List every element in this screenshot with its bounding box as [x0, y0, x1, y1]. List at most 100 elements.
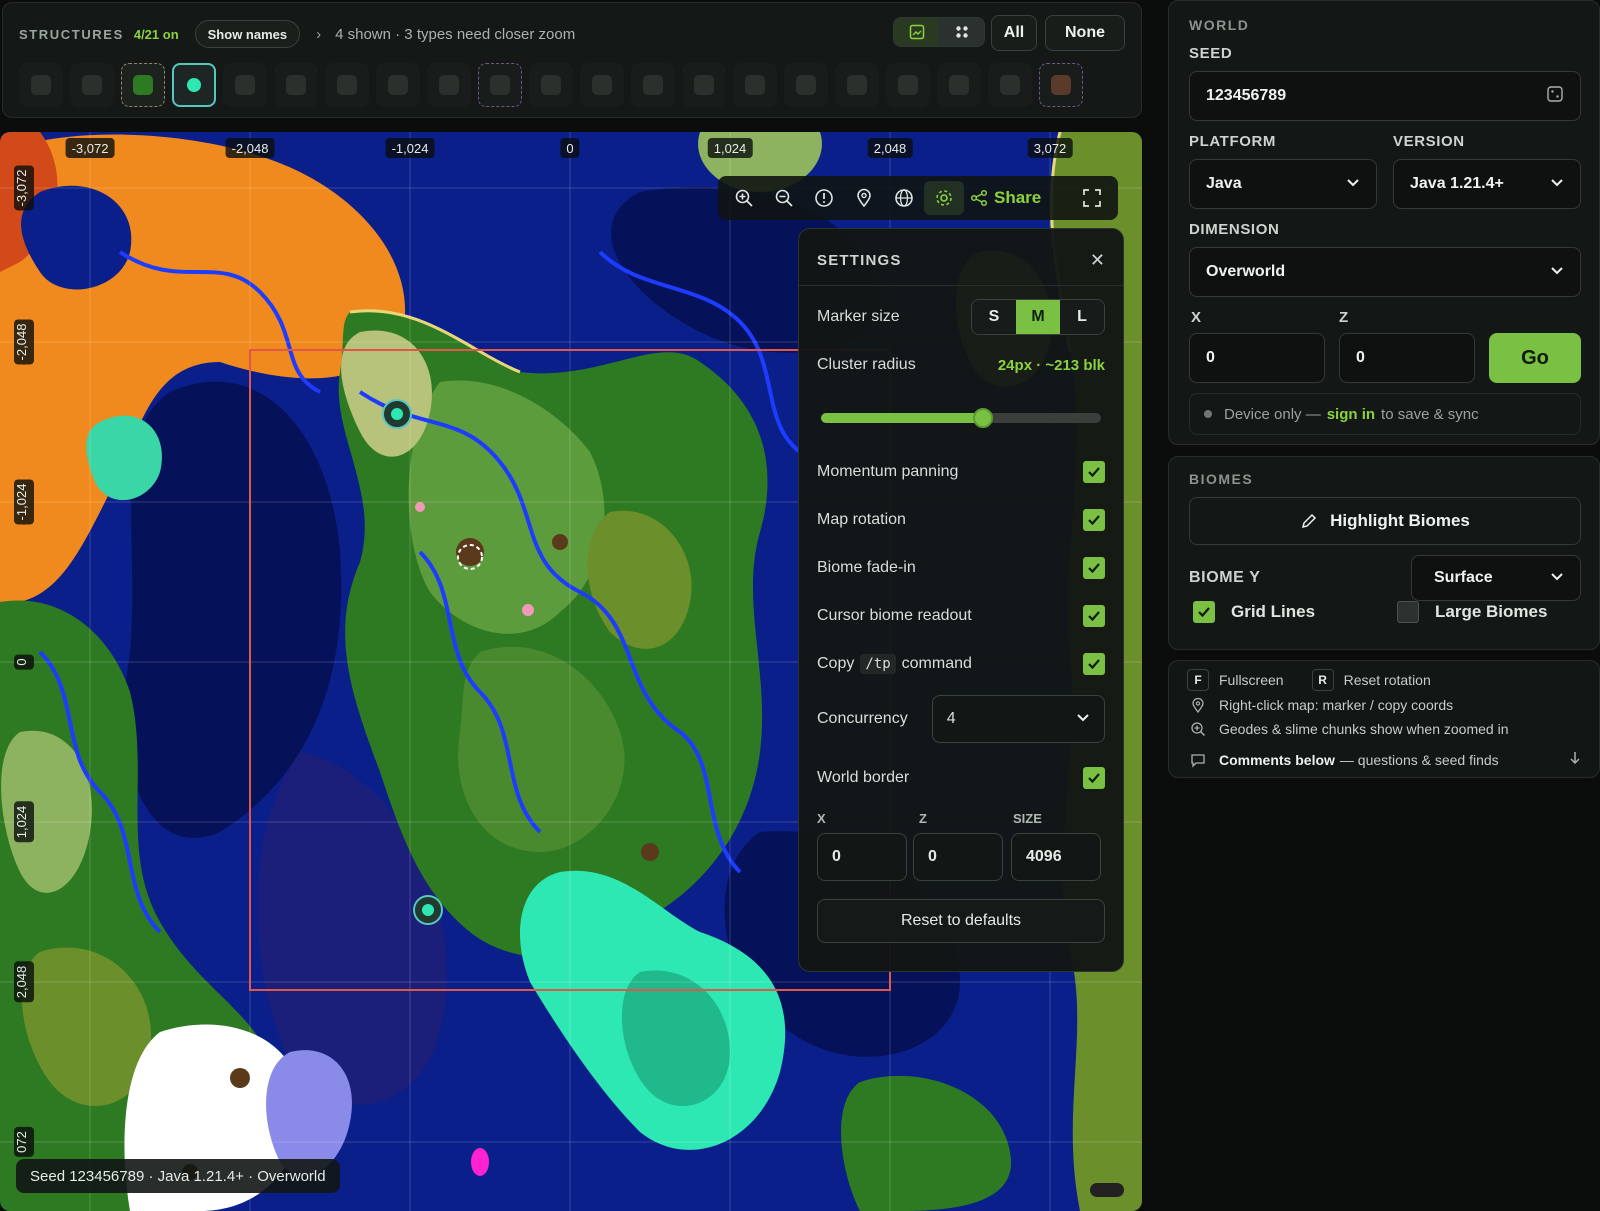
go-button[interactable]: Go	[1489, 333, 1581, 383]
shipwreck-icon-glyph	[235, 75, 255, 95]
trail-ruins-icon[interactable]	[937, 63, 981, 107]
highlight-biomes-button[interactable]: Highlight Biomes	[1189, 497, 1581, 545]
grid-lines-checkbox[interactable]	[1193, 601, 1215, 623]
jungle-temple-icon[interactable]	[529, 63, 573, 107]
z-input[interactable]: 0	[1339, 333, 1475, 383]
coord-label-top: 0	[560, 138, 580, 158]
cluster-radius-slider[interactable]	[821, 408, 1101, 428]
nether-fortress-icon[interactable]	[835, 63, 879, 107]
ocean-monument-icon[interactable]	[733, 63, 777, 107]
village-icon-glyph	[337, 75, 357, 95]
wb-x-input[interactable]: 0	[817, 833, 907, 881]
marker-size-segment: S M L	[971, 299, 1105, 335]
fade-checkbox[interactable]	[1083, 557, 1105, 579]
grid-lines-row[interactable]: Grid Lines	[1193, 601, 1315, 623]
mineshaft-icon[interactable]	[376, 63, 420, 107]
concurrency-select[interactable]: 4	[931, 695, 1105, 743]
select-all-button[interactable]: All	[991, 15, 1037, 51]
marker-size-m[interactable]: M	[1016, 300, 1060, 334]
geodes-row: Geodes & slime chunks show when zoomed i…	[1187, 721, 1508, 737]
slider-handle[interactable]	[973, 408, 994, 428]
fullscreen-icon[interactable]	[1072, 181, 1112, 215]
end-city-icon[interactable]	[121, 63, 165, 107]
ancient-city-icon[interactable]	[478, 63, 522, 107]
compass-icon[interactable]	[804, 181, 844, 215]
seed-input[interactable]: 123456789	[1189, 71, 1581, 121]
seed-footer: Seed 123456789 · Java 1.21.4+ · Overworl…	[16, 1159, 340, 1193]
arrow-down-icon[interactable]	[1569, 751, 1581, 768]
pillager-outpost-icon[interactable]	[274, 63, 318, 107]
stronghold-marker-icon	[382, 399, 412, 429]
structures-bar: STRUCTURES 4/21 on Show names › 4 shown …	[2, 2, 1142, 118]
biomes-panel: BIOMES Highlight Biomes BIOME Y Surface …	[1168, 456, 1600, 650]
show-names-button[interactable]: Show names	[194, 20, 301, 48]
buried-treasure-icon[interactable]	[1039, 63, 1083, 107]
large-biomes-row[interactable]: Large Biomes	[1397, 601, 1547, 623]
reset-defaults-button[interactable]: Reset to defaults	[817, 899, 1105, 943]
zoom-out-icon[interactable]	[764, 181, 804, 215]
image-view-icon[interactable]	[894, 18, 939, 46]
stronghold-marker-icon	[413, 895, 443, 925]
fade-row: Biome fade-in	[817, 555, 1105, 581]
readout-checkbox[interactable]	[1083, 605, 1105, 627]
x-input[interactable]: 0	[1189, 333, 1325, 383]
world-border-label: World border	[817, 769, 910, 786]
map-handle[interactable]	[1090, 1183, 1124, 1197]
desert-temple-icon[interactable]	[427, 63, 471, 107]
readout-label: Cursor biome readout	[817, 607, 972, 624]
share-button[interactable]: Share	[970, 188, 1041, 208]
ruined-portal-icon[interactable]	[19, 63, 63, 107]
select-none-button[interactable]: None	[1045, 15, 1125, 51]
trail-ruins-icon-glyph	[949, 75, 969, 95]
biome-y-label: BIOME Y	[1189, 569, 1261, 586]
sign-in-link[interactable]: sign in	[1327, 406, 1375, 423]
marker-size-s[interactable]: S	[972, 300, 1016, 334]
readout-row: Cursor biome readout	[817, 603, 1105, 629]
globe-icon[interactable]	[884, 181, 924, 215]
location-pin-icon[interactable]	[844, 181, 884, 215]
rotation-checkbox[interactable]	[1083, 509, 1105, 531]
bastion-icon-glyph	[694, 75, 714, 95]
platform-label: PLATFORM	[1189, 133, 1277, 150]
version-select[interactable]: Java 1.21.4+	[1393, 159, 1581, 209]
comments-row[interactable]: Comments below — questions & seed finds	[1187, 751, 1581, 768]
shipwreck-icon[interactable]	[223, 63, 267, 107]
copy-tp-checkbox[interactable]	[1083, 653, 1105, 675]
platform-select[interactable]: Java	[1189, 159, 1377, 209]
wb-size-input[interactable]: 4096	[1011, 833, 1101, 881]
momentum-checkbox[interactable]	[1083, 461, 1105, 483]
bastion-icon[interactable]	[682, 63, 726, 107]
coord-label-left: -1,024	[14, 479, 34, 525]
dimension-label: DIMENSION	[1189, 221, 1280, 238]
chevron-right-icon[interactable]: ›	[316, 26, 321, 43]
marker-size-l[interactable]: L	[1060, 300, 1104, 334]
desert-temple-icon-glyph	[439, 75, 459, 95]
z-label: Z	[1339, 309, 1349, 326]
ocean-ruin-icon[interactable]	[886, 63, 930, 107]
nether-fortress-icon-glyph	[847, 75, 867, 95]
jungle-temple-icon-glyph	[541, 75, 561, 95]
world-border-checkbox[interactable]	[1083, 767, 1105, 789]
igloo-icon[interactable]	[631, 63, 675, 107]
grid-view-icon[interactable]	[939, 18, 984, 46]
wb-z-input[interactable]: 0	[913, 833, 1003, 881]
trial-chamber-icon[interactable]	[988, 63, 1032, 107]
settings-gear-icon[interactable]	[924, 181, 964, 215]
large-biomes-checkbox[interactable]	[1397, 601, 1419, 623]
dimension-select[interactable]: Overworld	[1189, 247, 1581, 297]
dice-icon[interactable]	[1546, 85, 1564, 108]
woodland-mansion-icon[interactable]	[784, 63, 828, 107]
witch-hut-icon[interactable]	[580, 63, 624, 107]
structures-count: 4/21 on	[133, 26, 179, 42]
geodes-hint: Geodes & slime chunks show when zoomed i…	[1219, 721, 1509, 737]
biome-y-select[interactable]: Surface	[1411, 555, 1581, 601]
zoom-in-icon[interactable]	[724, 181, 764, 215]
check-icon	[1088, 773, 1100, 784]
stone-icon[interactable]	[70, 63, 114, 107]
stronghold-icon-glyph	[187, 78, 201, 92]
stronghold-icon[interactable]	[172, 63, 216, 107]
world-section-title: WORLD	[1189, 17, 1250, 33]
village-icon[interactable]	[325, 63, 369, 107]
close-icon[interactable]: ✕	[1090, 250, 1105, 271]
comments-link[interactable]: Comments below	[1219, 752, 1335, 768]
